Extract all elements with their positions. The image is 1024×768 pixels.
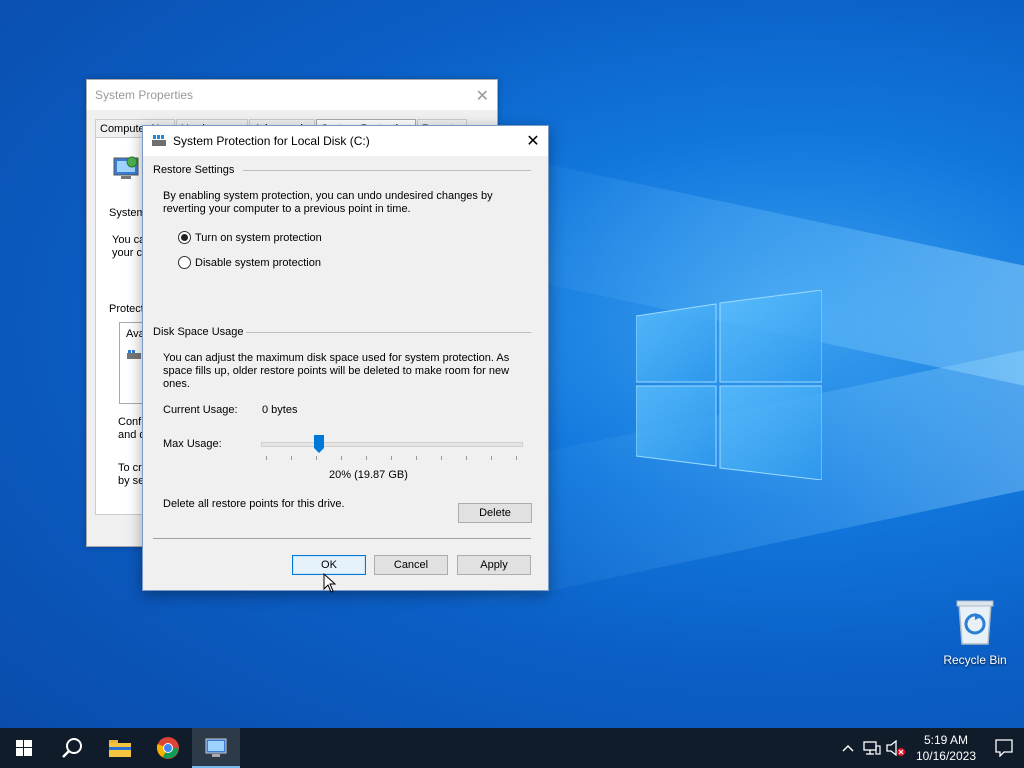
disk-space-description: ones. [163, 378, 190, 390]
max-usage-value: 20% (19.87 GB) [329, 469, 408, 481]
restore-settings-description: reverting your computer to a previous po… [163, 203, 411, 215]
chrome-button[interactable] [144, 728, 192, 768]
slider-tick [341, 456, 342, 460]
radio-button[interactable] [178, 256, 191, 269]
file-explorer-icon [109, 740, 131, 757]
drive-icon [152, 135, 166, 146]
divider [246, 332, 531, 333]
recycle-bin-icon [956, 600, 994, 645]
action-center-button[interactable] [984, 728, 1024, 768]
recycle-bin-label: Recycle Bin [943, 653, 1007, 667]
windows-logo-wallpaper [636, 290, 822, 480]
slider-thumb[interactable] [314, 435, 324, 453]
computer-icon [113, 156, 139, 179]
disable-protection-radio[interactable]: Disable system protection [178, 256, 321, 269]
turn-on-protection-label: Turn on system protection [195, 231, 322, 244]
search-button[interactable] [48, 728, 96, 768]
max-usage-slider[interactable] [261, 435, 523, 453]
apply-button[interactable]: Apply [457, 555, 531, 575]
max-usage-label: Max Usage: [163, 438, 222, 450]
close-icon[interactable]: ✕ [476, 86, 489, 106]
volume-button[interactable] [884, 728, 908, 768]
taskbar-clock[interactable]: 5:19 AM 10/16/2023 [916, 732, 976, 764]
drive-icon [127, 350, 141, 359]
current-usage-value: 0 bytes [262, 404, 298, 416]
delete-description: Delete all restore points for this drive… [163, 498, 345, 510]
file-explorer-button[interactable] [96, 728, 144, 768]
slider-tick [366, 456, 367, 460]
current-usage-label: Current Usage: [163, 404, 238, 416]
disk-space-description: You can adjust the maximum disk space us… [163, 352, 510, 364]
disable-protection-label: Disable system protection [195, 256, 321, 269]
turn-on-protection-radio[interactable]: Turn on system protection [178, 231, 322, 244]
taskbar: 5:19 AM 10/16/2023 [0, 728, 1024, 768]
slider-tick [291, 456, 292, 460]
clock-time: 5:19 AM [923, 733, 968, 747]
slider-tick [391, 456, 392, 460]
chrome-icon [156, 737, 179, 759]
notification-icon [995, 739, 1013, 757]
system-properties-icon [205, 738, 227, 757]
ok-button[interactable]: OK [292, 555, 366, 575]
slider-tick [416, 456, 417, 460]
network-icon [863, 741, 881, 755]
radio-button-checked[interactable] [178, 231, 191, 244]
network-button[interactable] [860, 728, 884, 768]
slider-tick [316, 456, 317, 460]
volume-muted-icon [886, 740, 905, 756]
dialog-title: System Protection for Local Disk (C:) [173, 134, 370, 148]
recycle-bin[interactable]: Recycle Bin [938, 598, 1012, 667]
delete-button[interactable]: Delete [458, 503, 532, 523]
disk-space-description: space fills up, older restore points wil… [163, 365, 510, 377]
slider-tick [266, 456, 267, 460]
system-tray: 5:19 AM 10/16/2023 [836, 728, 1024, 768]
cancel-button[interactable]: Cancel [374, 555, 448, 575]
divider [243, 170, 531, 171]
slider-tick [441, 456, 442, 460]
system-properties-taskbar-button[interactable] [192, 728, 240, 768]
slider-tick [466, 456, 467, 460]
show-hidden-icons-button[interactable] [836, 728, 860, 768]
close-icon[interactable]: ✕ [518, 126, 548, 156]
mouse-cursor-icon [323, 573, 337, 593]
system-properties-title: System Properties [87, 80, 497, 110]
restore-settings-description: By enabling system protection, you can u… [163, 190, 493, 202]
disk-space-header: Disk Space Usage [153, 326, 244, 338]
restore-settings-header: Restore Settings [153, 164, 235, 176]
chevron-up-icon [842, 744, 854, 752]
search-icon [62, 738, 82, 758]
slider-tick [491, 456, 492, 460]
slider-tick [516, 456, 517, 460]
dialog-title-bar[interactable]: System Protection for Local Disk (C:) [143, 126, 548, 156]
divider [153, 538, 531, 539]
clock-date: 10/16/2023 [915, 749, 976, 763]
start-icon [16, 740, 32, 756]
system-protection-dialog[interactable]: System Protection for Local Disk (C:) ✕ … [142, 125, 549, 591]
start-button[interactable] [0, 728, 48, 768]
